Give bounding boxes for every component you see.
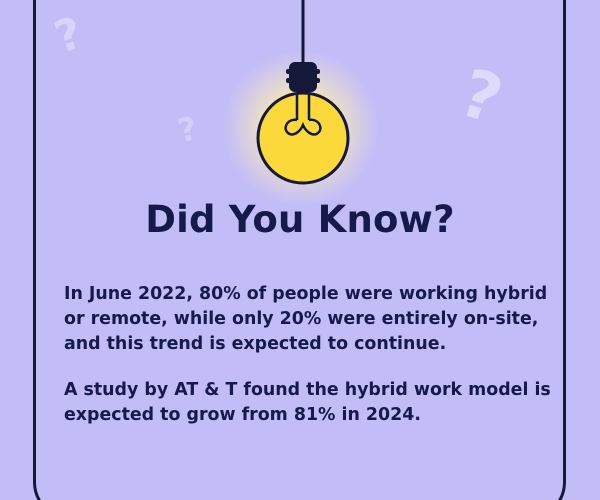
did-you-know-card: ? ? ? Did You Know? In June 2022, 80% of… [0,0,600,500]
study-paragraph: A study by AT & T found the hybrid work … [64,380,551,425]
fact-paragraph: In June 2022, 80% of people were working… [64,284,548,354]
card-title: Did You Know? [145,198,455,241]
